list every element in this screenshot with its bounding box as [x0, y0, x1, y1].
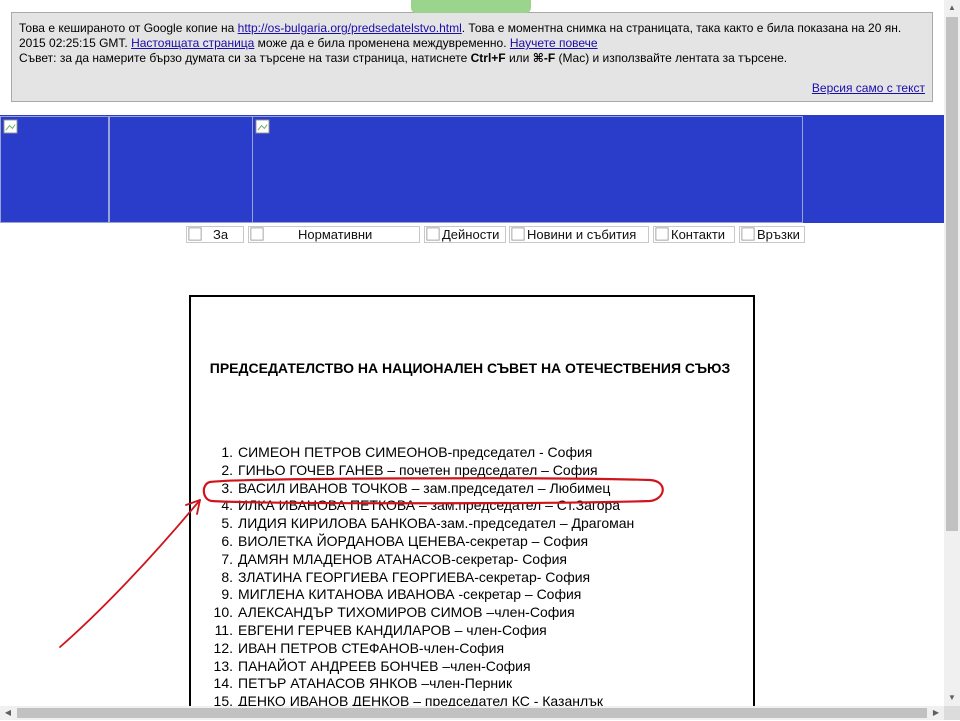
vertical-scrollbar[interactable]: ▲ ▼ [944, 0, 960, 706]
list-item: 5. ЛИДИЯ КИРИЛОВА БАНКОВА-зам.-председате… [205, 515, 634, 533]
scroll-up-arrow-icon[interactable]: ▲ [944, 0, 960, 16]
header-image-main [252, 116, 803, 223]
list-item: 6. ВИОЛЕТКА ЙОРДАНОВА ЦЕНЕВА-секретар – С… [205, 533, 634, 551]
scroll-left-arrow-icon[interactable]: ◀ [0, 705, 16, 721]
list-item-text: СИМЕОН ПЕТРОВ СИМЕОНОВ-председател - Соф… [238, 444, 593, 460]
annotation-arrow-shaft [59, 499, 201, 648]
vertical-scrollbar-thumb[interactable] [946, 17, 958, 531]
broken-image-icon [255, 119, 270, 134]
list-item-number: 10. [213, 604, 233, 621]
cache-banner-text: Това е кешираното от Google копие на htt… [19, 21, 924, 66]
list-item: 4. ИЛКА ИВАНОВА ПЕТКОВА – зам.председател… [205, 497, 634, 515]
learn-more-link[interactable]: Научете повече [510, 36, 598, 50]
list-item-text: ДАМЯН МЛАДЕНОВ АТАНАСОВ-секретар- София [238, 550, 568, 567]
list-item-text: АЛЕКСАНДЪР ТИХОМИРОВ СИМОВ –член-София [238, 604, 575, 621]
list-item-number: 14. [213, 675, 233, 692]
nav-label: Връзки [757, 227, 800, 242]
list-item-number: 5. [221, 515, 233, 532]
list-item: 13. ПАНАЙОТ АНДРЕЕВ БОНЧЕВ –член-София [205, 658, 634, 676]
list-item-number: 4. [221, 497, 233, 514]
banner-text: може да е била променена междувременно. [254, 36, 510, 50]
list-item-text: ВАСИЛ ИВАНОВ ТОЧКОВ – зам.председател – … [238, 479, 611, 496]
nav-item-contacts[interactable]: Контакти [653, 226, 735, 243]
list-item-number: 13. [213, 657, 233, 674]
list-item: 11. ЕВГЕНИ ГЕРЧЕВ КАНДИЛАРОВ – член-София [205, 622, 634, 640]
scrollbar-corner [944, 706, 960, 720]
list-item: 9. МИГЛЕНА КИТАНОВА ИВАНОВА -секретар – С… [205, 586, 634, 604]
list-item-text: ЕВГЕНИ ГЕРЧЕВ КАНДИЛАРОВ – член-София [238, 621, 547, 638]
list-item-text: ДЕНКО ИВАНОВ ДЕНКОВ – председател КС - К… [238, 693, 604, 706]
list-item: 7. ДАМЯН МЛАДЕНОВ АТАНАСОВ-секретар- Софи… [205, 551, 634, 569]
nav-label: Нормативни [298, 227, 373, 242]
banner-top-tab [411, 0, 531, 13]
browser-viewport: Това е кешираното от Google копие на htt… [0, 0, 944, 706]
page-title: ПРЕДСЕДАТЕЛСТВО НА НАЦИОНАЛЕН СЪВЕТ НА О… [209, 360, 731, 376]
list-item-number: 11. [214, 621, 233, 638]
list-item: 1. СИМЕОН ПЕТРОВ СИМЕОНОВ-председател - С… [205, 444, 634, 462]
banner-text: Съвет: за да намерите бързо думата си за… [19, 51, 471, 65]
google-cache-banner: Това е кешираното от Google копие на htt… [11, 0, 933, 102]
list-item-text: ИВАН ПЕТРОВ СТЕФАНОВ-член-София [238, 639, 505, 656]
banner-text: 2015 02:25:15 GMT. [19, 36, 132, 50]
banner-text: Това е кешираното от Google копие на [19, 21, 238, 35]
list-item: 15. ДЕНКО ИВАНОВ ДЕНКОВ – председател КС … [205, 693, 634, 706]
broken-image-icon [3, 119, 18, 134]
list-item-number: 9. [221, 586, 233, 603]
list-item-text: ВИОЛЕТКА ЙОРДАНОВА ЦЕНЕВА-секретар – Соф… [238, 532, 589, 549]
nav-item-activities[interactable]: Дейности [424, 226, 506, 243]
nav-item-news[interactable]: Новини и събития [509, 226, 649, 243]
list-item-text: ЗЛАТИНА ГЕОРГИЕВА ГЕОРГИЕВА-секретар- Со… [238, 568, 591, 585]
nav-label: Дейности [442, 227, 500, 242]
nav-label: Новини и събития [527, 227, 637, 242]
horizontal-scrollbar[interactable]: ◀ ▶ [0, 706, 944, 720]
list-item-number: 1. [221, 444, 233, 460]
header-image-left [0, 116, 109, 223]
list-item: 8. ЗЛАТИНА ГЕОРГИЕВА ГЕОРГИЕВА-секретар- … [205, 569, 634, 587]
broken-image-icon [250, 227, 264, 241]
list-item-text: ГИНЬО ГОЧЕВ ГАНЕВ – почетен председател … [238, 461, 598, 478]
broken-image-icon [741, 227, 755, 241]
nav-item-links[interactable]: Връзки [739, 226, 805, 243]
list-item: 2. ГИНЬО ГОЧЕВ ГАНЕВ – почетен председате… [205, 462, 634, 480]
list-item: 14. ПЕТЪР АТАНАСОВ ЯНКОВ –член-Перник [205, 675, 634, 693]
banner-text: (Mac) и използвайте лентата за търсене. [555, 51, 788, 65]
horizontal-scrollbar-thumb[interactable] [17, 708, 927, 718]
list-item-text: ПЕТЪР АТАНАСОВ ЯНКОВ –член-Перник [238, 675, 513, 692]
list-item-text: ПАНАЙОТ АНДРЕЕВ БОНЧЕВ –член-София [238, 657, 531, 674]
list-item-number: 8. [221, 568, 233, 585]
header-image-middle [109, 116, 253, 223]
list-item-number: 3. [221, 479, 233, 496]
list-item-number: 15. [213, 693, 233, 706]
banner-text: или [505, 51, 533, 65]
list-item-text: ЛИДИЯ КИРИЛОВА БАНКОВА-зам.-председател … [238, 515, 635, 532]
scroll-down-arrow-icon[interactable]: ▼ [944, 690, 960, 706]
list-item-number: 6. [221, 532, 233, 549]
broken-image-icon [426, 227, 440, 241]
list-item: 10. АЛЕКСАНДЪР ТИХОМИРОВ СИМОВ –член-Софи… [205, 604, 634, 622]
nav-label: За [213, 227, 229, 242]
broken-image-icon [655, 227, 669, 241]
text-only-version-link[interactable]: Версия само с текст [812, 81, 925, 96]
broken-image-icon [188, 227, 202, 241]
nav-item-normative[interactable]: Нормативни [248, 226, 420, 243]
cached-url-link[interactable]: http://os-bulgaria.org/predsedatelstvo.h… [238, 21, 462, 35]
scroll-right-arrow-icon[interactable]: ▶ [928, 705, 944, 721]
shortcut-cmd-f: ⌘-F [532, 51, 556, 65]
list-item: 3. ВАСИЛ ИВАНОВ ТОЧКОВ – зам.председател … [205, 480, 634, 498]
members-list: 1. СИМЕОН ПЕТРОВ СИМЕОНОВ-председател - С… [205, 444, 635, 706]
list-item: 12. ИВАН ПЕТРОВ СТЕФАНОВ-член-София [205, 640, 634, 658]
broken-image-icon [511, 227, 525, 241]
shortcut-ctrl-f: Ctrl+F [470, 51, 506, 65]
list-item-number: 12. [213, 639, 233, 656]
current-page-link[interactable]: Настоящата страница [131, 36, 254, 50]
list-item-text: МИГЛЕНА КИТАНОВА ИВАНОВА -секретар – Соф… [238, 586, 582, 603]
nav-item-about[interactable]: За [186, 226, 244, 243]
list-item-text: ИЛКА ИВАНОВА ПЕТКОВА – зам.председател –… [238, 497, 621, 514]
list-item-number: 7. [221, 550, 233, 567]
banner-text: . Това е моментна снимка на страницата, … [461, 21, 902, 35]
nav-label: Контакти [671, 227, 726, 242]
list-item-number: 2. [221, 461, 233, 478]
